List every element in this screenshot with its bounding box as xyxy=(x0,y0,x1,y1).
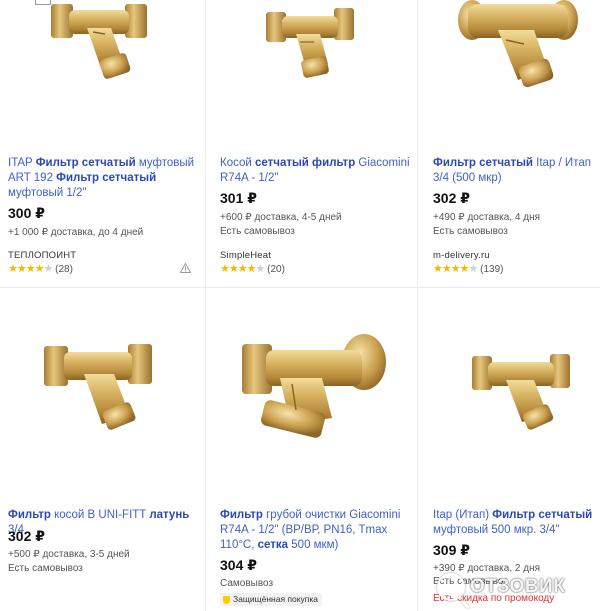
product-title[interactable]: ITAP Фильтр сетчатый муфтовый ART 192 Фи… xyxy=(8,156,198,201)
column-divider xyxy=(205,0,206,611)
pickup-info: Есть самовывоз xyxy=(433,226,508,237)
product-title[interactable]: Фильтр сетчатый Itap / Итап 3/4 (500 мкр… xyxy=(433,156,598,186)
product-image[interactable] xyxy=(262,6,358,86)
shop-name[interactable]: m-delivery.ru xyxy=(433,250,490,261)
product-title[interactable]: Itap (Итап) Фильтр сетчатый муфтовый 500… xyxy=(433,508,598,538)
delivery-info: +490 ₽ доставка, 4 дня xyxy=(433,212,541,223)
otzovik-watermark: ОТЗОВИК xyxy=(437,572,595,602)
product-price: 309 ₽ xyxy=(433,542,470,558)
product-image[interactable] xyxy=(458,0,578,92)
rating-stars: ★★★★★ xyxy=(220,263,265,275)
product-rating[interactable]: ★★★★★ (139) xyxy=(433,262,503,275)
pickup-info: Есть самовывоз xyxy=(8,563,83,574)
pickup-info: Самовывоз xyxy=(220,578,274,589)
review-count: (20) xyxy=(267,264,285,275)
column-divider xyxy=(417,0,418,611)
product-title[interactable]: Фильтр грубой очистки Giacomini R74A - 1… xyxy=(220,508,410,553)
delivery-info: +600 ₽ доставка, 4-5 дней xyxy=(220,212,342,223)
product-image[interactable] xyxy=(470,350,572,434)
review-count: (28) xyxy=(55,264,73,275)
row-divider xyxy=(0,287,600,288)
product-price: 302 ₽ xyxy=(433,190,470,206)
product-price: 304 ₽ xyxy=(220,557,257,573)
product-title[interactable]: Косой сетчатый фильтр Giacomini R74A - 1… xyxy=(220,156,410,186)
product-grid: ITAP Фильтр сетчатый муфтовый ART 192 Фи… xyxy=(0,0,600,611)
pickup-info: Есть самовывоз xyxy=(220,226,295,237)
review-count: (139) xyxy=(480,264,504,275)
shield-icon xyxy=(223,595,230,604)
product-rating[interactable]: ★★★★★ (28) xyxy=(8,262,73,275)
protected-purchase-badge[interactable]: Защищённая покупка xyxy=(220,593,323,606)
shop-name[interactable]: SimpleHeat xyxy=(220,250,271,261)
warning-icon[interactable] xyxy=(180,263,191,273)
product-image[interactable] xyxy=(240,334,386,446)
rating-stars: ★★★★★ xyxy=(8,263,53,275)
product-price: 300 ₽ xyxy=(8,205,45,221)
magnifier-icon xyxy=(437,573,465,601)
product-price: 301 ₽ xyxy=(220,190,257,206)
shop-name[interactable]: ТЕПЛОПОИНТ xyxy=(8,250,76,261)
product-rating[interactable]: ★★★★★ (20) xyxy=(220,262,285,275)
delivery-info: +1 000 ₽ доставка, до 4 дней xyxy=(8,227,144,238)
rating-stars: ★★★★★ xyxy=(433,263,478,275)
product-image[interactable] xyxy=(45,0,153,84)
product-price: 302 ₽ xyxy=(8,528,45,544)
product-image[interactable] xyxy=(42,340,154,436)
delivery-info: +500 ₽ доставка, 3-5 дней xyxy=(8,549,130,560)
